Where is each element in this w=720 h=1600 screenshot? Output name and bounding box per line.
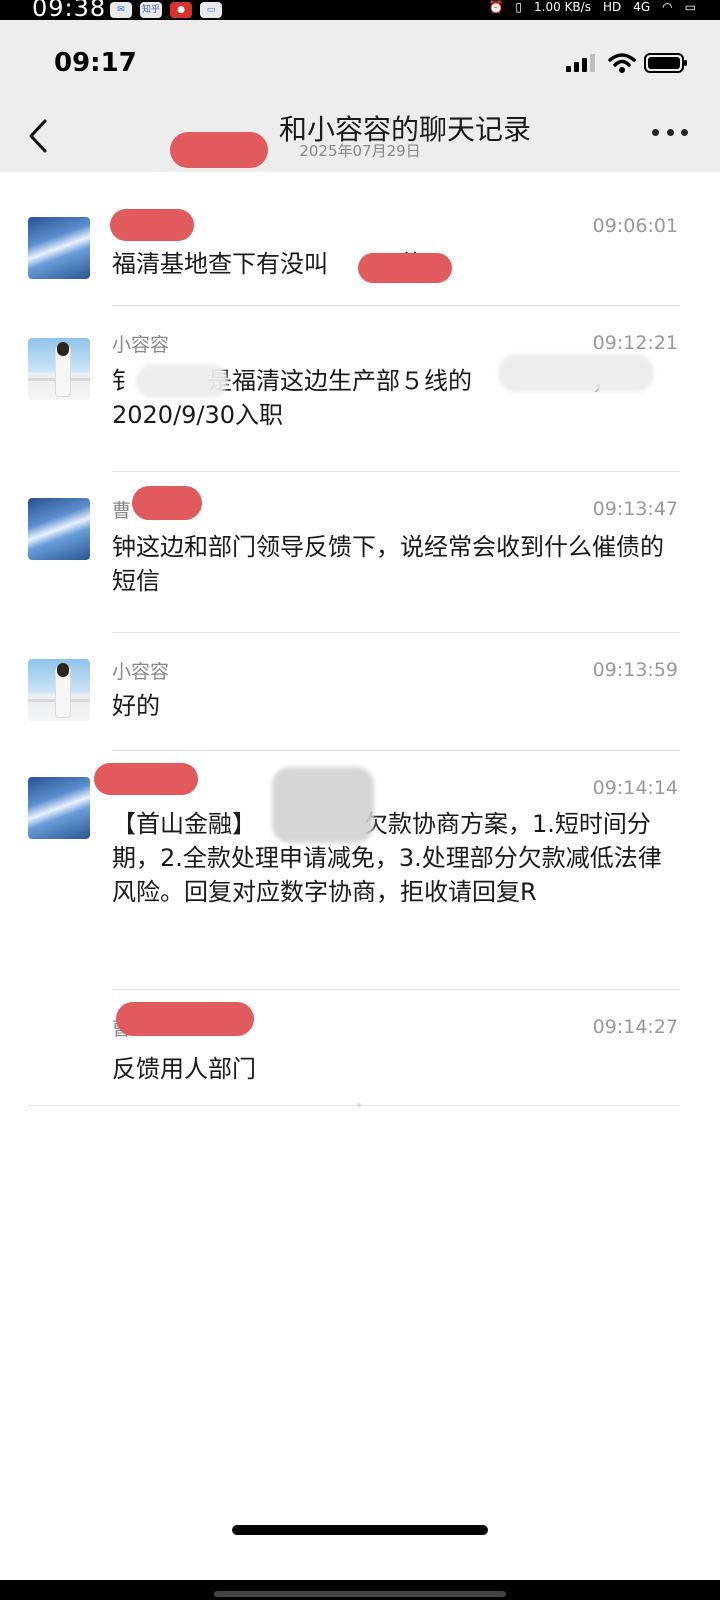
avatar[interactable]: [28, 338, 90, 400]
system-gesture-bar[interactable]: [214, 1591, 506, 1597]
text-redaction: [358, 253, 452, 283]
avatar[interactable]: [28, 659, 90, 721]
message-icon: ▭: [200, 2, 222, 18]
cell-label: 4G: [633, 0, 651, 14]
sender-name: 小容容: [112, 661, 170, 683]
wifi-icon: [608, 53, 636, 73]
message-time: 09:12:21: [592, 332, 678, 354]
header: 09:17 和小容容的聊天记录 2025年07月29日: [0, 20, 720, 172]
sender-name: 曹: [112, 500, 132, 522]
chat-record-screen: 09:17 和小容容的聊天记录 2025年07月29日 09:06:01 福清基…: [0, 20, 720, 1580]
outer-status-bar: 09:38 ✉ 知乎 ● ▭ ⏰ ▯ 1.00 KB/s HD 4G ◠ ▭: [0, 0, 720, 20]
list-end-divider: [28, 1105, 680, 1106]
avatar[interactable]: [28, 217, 90, 279]
more-icon[interactable]: [652, 129, 688, 141]
message-item: 小容容 09:13:59 好的: [0, 633, 720, 750]
message-item: 曹 09:13:47 钟这边和部门领导反馈下，说经常会收到什么催债的短信: [0, 472, 720, 632]
message-time: 09:13:47: [592, 498, 678, 520]
zhihu-icon: 知乎: [140, 2, 162, 18]
text-blur-redaction: [272, 767, 374, 843]
back-arrow-icon[interactable]: [26, 118, 50, 154]
mail-icon: ✉: [110, 2, 132, 18]
message-text: 反馈用人部门: [112, 1055, 256, 1083]
sender-redaction: [132, 486, 202, 520]
message-item: 小容容 09:12:21 钅 是福清这边生产部５线的 ， 2020/9/30入职: [0, 306, 720, 461]
message-text: 钟这边和部门领导反馈下，说经常会收到什么催债的短信: [112, 533, 664, 595]
message-item: 09:06:01 福清基地查下有没叫 的: [0, 195, 720, 305]
outer-battery-icon: ▭: [684, 0, 696, 14]
alarm-icon: ⏰: [488, 0, 504, 14]
avatar[interactable]: [28, 777, 90, 839]
text-blur-redaction: [136, 364, 228, 398]
home-indicator[interactable]: [232, 1525, 488, 1535]
message-item: 曹 09:14:27 反馈用人部门: [0, 990, 720, 1105]
status-clock: 09:17: [54, 48, 137, 78]
sender-redaction: [94, 763, 198, 795]
outer-clock: 09:38: [32, 0, 107, 20]
outer-wifi-icon: ◠: [662, 0, 673, 14]
app-notification-icon: ●: [170, 2, 192, 18]
outer-system-icons: ⏰ ▯ 1.00 KB/s HD 4G ◠ ▭: [488, 0, 696, 14]
battery-icon: [644, 53, 687, 73]
network-speed: 1.00 KB/s: [534, 0, 591, 14]
sender-redaction: [116, 1002, 254, 1036]
vibrate-icon: ▯: [515, 0, 523, 14]
avatar[interactable]: [28, 498, 90, 560]
signal-icon: [566, 54, 595, 72]
sender-name: 小容容: [112, 334, 170, 356]
message-text: 好的: [112, 692, 160, 720]
message-text: 【首山金融】 欠款协商方案，1.短时间分期，2.全款处理申请减免，3.处理部分欠…: [112, 810, 662, 906]
message-time: 09:06:01: [592, 215, 678, 237]
message-item: 09:14:14 【首山金融】 欠款协商方案，1.短时间分期，2.全款处理申请减…: [0, 751, 720, 989]
hd-badge: HD: [602, 0, 622, 14]
title-redaction: [170, 132, 268, 168]
sender-redaction: [110, 209, 194, 241]
message-time: 09:14:14: [592, 777, 678, 799]
record-date: 2025年07月29日: [299, 142, 421, 160]
list-end-dot: [357, 1103, 361, 1107]
system-navigation-strip: [0, 1580, 720, 1600]
text-blur-redaction: [498, 354, 654, 392]
message-time: 09:13:59: [592, 659, 678, 681]
outer-notification-icons: ✉ 知乎 ● ▭: [110, 2, 222, 18]
message-time: 09:14:27: [592, 1016, 678, 1038]
